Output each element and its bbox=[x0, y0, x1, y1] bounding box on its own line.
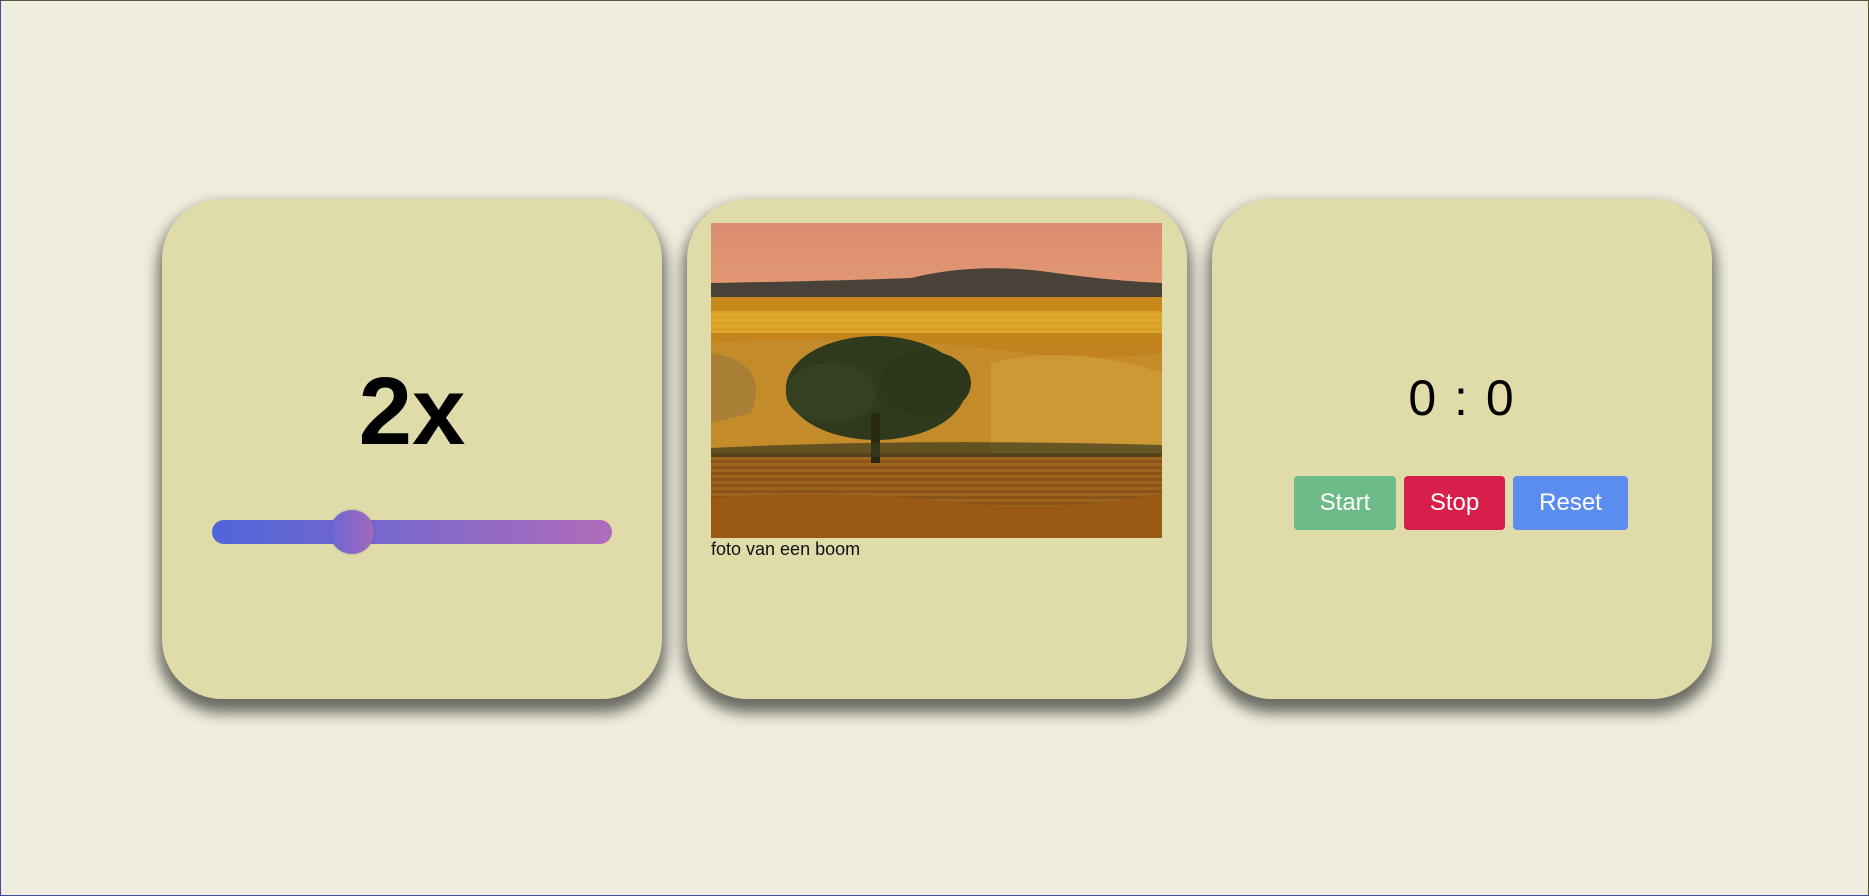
speed-card: 2x bbox=[162, 199, 662, 699]
timer-card: 0 : 0 Start Stop Reset bbox=[1212, 199, 1712, 699]
tree-landscape-photo bbox=[711, 223, 1162, 538]
photo-caption: foto van een boom bbox=[711, 539, 861, 559]
speed-slider-thumb[interactable] bbox=[330, 510, 374, 554]
photo-card: foto van een boom bbox=[687, 199, 1187, 699]
timer-controls: Start Stop Reset bbox=[1294, 476, 1628, 530]
reset-button[interactable]: Reset bbox=[1513, 476, 1628, 530]
start-button[interactable]: Start bbox=[1294, 476, 1396, 530]
timer-display: 0 : 0 bbox=[1408, 370, 1516, 426]
stop-button[interactable]: Stop bbox=[1404, 476, 1505, 530]
speed-slider[interactable] bbox=[212, 510, 612, 554]
speed-value-label: 2x bbox=[358, 358, 466, 465]
